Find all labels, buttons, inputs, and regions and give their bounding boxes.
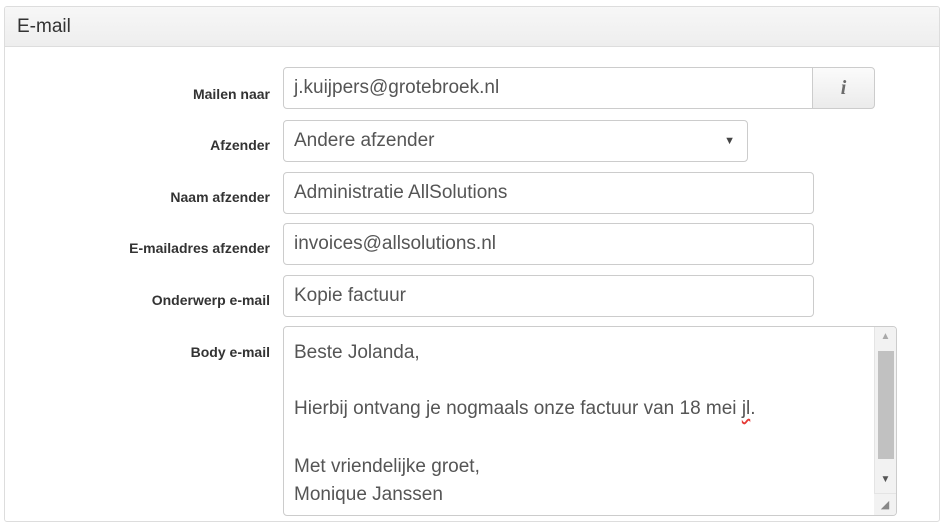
afzender-label: Afzender bbox=[210, 137, 270, 153]
scroll-down-icon[interactable]: ▼ bbox=[875, 474, 896, 485]
panel-title: E-mail bbox=[5, 7, 939, 47]
scrollbar-thumb[interactable] bbox=[878, 351, 894, 459]
mailen-naar-label: Mailen naar bbox=[192, 86, 270, 102]
body-scrollbar[interactable]: ▲ ▼ bbox=[874, 327, 896, 515]
scroll-up-icon[interactable]: ▲ bbox=[875, 331, 896, 342]
body-line: Hierbij ontvang je nogmaals onze factuur… bbox=[294, 398, 756, 420]
body-label: Body e-mail bbox=[190, 344, 270, 360]
body-text: . bbox=[750, 398, 756, 419]
afzender-selected-value: Andere afzender bbox=[294, 130, 435, 151]
body-line: Beste Jolanda, bbox=[294, 342, 420, 363]
onderwerp-label: Onderwerp e-mail bbox=[151, 292, 270, 308]
info-icon[interactable]: i bbox=[812, 67, 875, 109]
resize-handle-icon[interactable]: ◢ bbox=[874, 493, 896, 515]
body-line: Monique Janssen bbox=[294, 484, 443, 505]
chevron-down-icon: ▼ bbox=[724, 135, 735, 147]
afzender-select[interactable]: Andere afzender ▼ bbox=[283, 120, 748, 162]
naam-afzender-input[interactable]: Administratie AllSolutions bbox=[283, 172, 814, 214]
body-line: Met vriendelijke groet, bbox=[294, 456, 480, 477]
emailadres-afzender-input[interactable]: invoices@allsolutions.nl bbox=[283, 223, 814, 265]
emailadres-afzender-label: E-mailadres afzender bbox=[129, 240, 270, 256]
onderwerp-input[interactable]: Kopie factuur bbox=[283, 275, 814, 317]
mailen-naar-input[interactable]: j.kuijpers@grotebroek.nl bbox=[283, 67, 813, 109]
spellcheck-word: jl bbox=[741, 398, 751, 419]
body-text: Hierbij ontvang je nogmaals onze factuur… bbox=[294, 398, 742, 419]
naam-afzender-label: Naam afzender bbox=[170, 189, 270, 205]
body-textarea[interactable]: Beste Jolanda, Hierbij ontvang je nogmaa… bbox=[283, 326, 897, 516]
